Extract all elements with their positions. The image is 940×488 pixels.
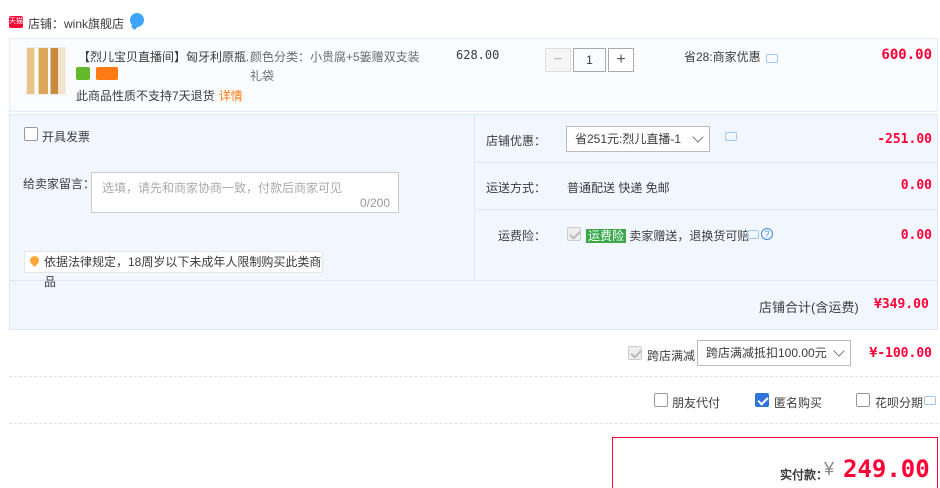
shop-discount-select-value: 省251元:烈儿直播-1	[575, 132, 682, 146]
discount-info-icon[interactable]	[766, 54, 778, 63]
payment-amount: 249.00	[843, 455, 930, 483]
item-discount: 省28:商家优惠	[684, 50, 761, 64]
shop-total-label: 店铺合计(含运费)	[759, 300, 859, 315]
insurance-label: 运费险：	[497, 229, 546, 243]
chevron-down-icon	[692, 131, 704, 143]
chevron-down-icon	[833, 345, 845, 357]
cross-shop-value: ¥-100.00	[869, 346, 932, 361]
currency-symbol: ¥	[824, 459, 835, 479]
anonymous-purchase-checkbox[interactable]	[755, 393, 769, 407]
age-restriction-notice: 依据法律规定，18周岁以下未成年人限制购买此类商品	[24, 251, 323, 289]
cross-shop-label: 跨店满减	[647, 349, 696, 363]
note-label: 给卖家留言：	[23, 177, 96, 191]
insurance-text: 卖家赠送，退换货可赔	[629, 229, 750, 243]
quantity-decrement-button[interactable]: −	[545, 48, 571, 72]
invoice-checkbox[interactable]	[24, 127, 38, 141]
credit-card-badge-icon	[96, 67, 118, 80]
no-return-notice: 此商品性质不支持7天退货 详情	[76, 87, 243, 104]
product-sku: 颜色分类：小贵腐+5篓赠双支装礼袋	[250, 50, 420, 83]
shop-total-value: ¥349.00	[874, 297, 929, 312]
no-return-text: 此商品性质不支持7天退货	[76, 89, 215, 103]
help-icon[interactable]: ?	[761, 228, 773, 240]
invoice-label: 开具发票	[42, 130, 91, 144]
shop-discount-value: -251.00	[877, 132, 932, 147]
huabei-installment-label: 花呗分期	[875, 396, 924, 410]
payment-summary: 实付款： ¥ 249.00	[612, 437, 938, 488]
cart-item-row: 【烈儿宝贝直播间】匈牙利原瓶... 此商品性质不支持7天退货 详情 颜色分类：小贵…	[9, 38, 938, 112]
note-char-count: 0/200	[359, 196, 390, 210]
discount-info-icon[interactable]	[725, 132, 737, 141]
quantity-input[interactable]: 1	[573, 48, 606, 72]
note-to-seller-textarea[interactable]: 选填，请先和商家协商一致，付款后商家可见 0/200	[91, 172, 399, 213]
cross-shop-checkbox	[628, 346, 642, 360]
insurance-info: 运费险 卖家赠送，退换货可赔	[586, 227, 749, 244]
location-pin-icon	[28, 254, 41, 267]
shipping-label: 运送方式：	[486, 181, 547, 195]
divider	[475, 162, 938, 163]
payment-label: 实付款：	[780, 468, 829, 482]
divider	[9, 376, 938, 377]
product-thumbnail[interactable]	[26, 47, 66, 95]
shop-discount-select[interactable]: 省251元:烈儿直播-1	[566, 126, 710, 152]
item-subtotal: 600.00	[881, 47, 932, 63]
divider	[474, 114, 475, 280]
huabei-info-icon[interactable]	[924, 396, 936, 405]
shipping-method: 普通配送 快递 免邮	[567, 181, 670, 195]
divider	[9, 423, 938, 424]
cross-shop-select[interactable]: 跨店满减抵扣100.00元	[697, 340, 851, 366]
detail-link[interactable]: 详情	[219, 89, 243, 103]
shipping-value: 0.00	[900, 178, 932, 193]
friend-pay-checkbox[interactable]	[654, 393, 668, 407]
cross-shop-select-value: 跨店满减抵扣100.00元	[706, 346, 827, 360]
quantity-increment-button[interactable]: +	[608, 48, 634, 72]
shop-discount-label: 店铺优惠：	[486, 134, 547, 148]
huabei-installment-checkbox[interactable]	[856, 393, 870, 407]
shop-name-link[interactable]: 店铺：wink旗舰店	[28, 15, 124, 32]
age-restriction-text: 依据法律规定，18周岁以下未成年人限制购买此类商品	[44, 255, 322, 289]
insurance-tag: 运费险	[586, 229, 627, 243]
friend-pay-label: 朋友代付	[672, 396, 721, 410]
anonymous-purchase-label: 匿名购买	[774, 396, 823, 410]
insurance-checkbox	[567, 227, 581, 241]
note-placeholder: 选填，请先和商家协商一致，付款后商家可见	[102, 181, 343, 195]
divider	[475, 209, 938, 210]
unit-price: 628.00	[456, 48, 500, 62]
product-title-link[interactable]: 【烈儿宝贝直播间】匈牙利原瓶...	[78, 48, 248, 65]
tmall-badge-icon: 天猫	[9, 16, 23, 28]
chat-icon[interactable]	[130, 13, 144, 27]
service-badge-icon	[76, 67, 90, 80]
insurance-info-icon[interactable]	[747, 230, 759, 239]
insurance-value: 0.00	[900, 228, 932, 243]
